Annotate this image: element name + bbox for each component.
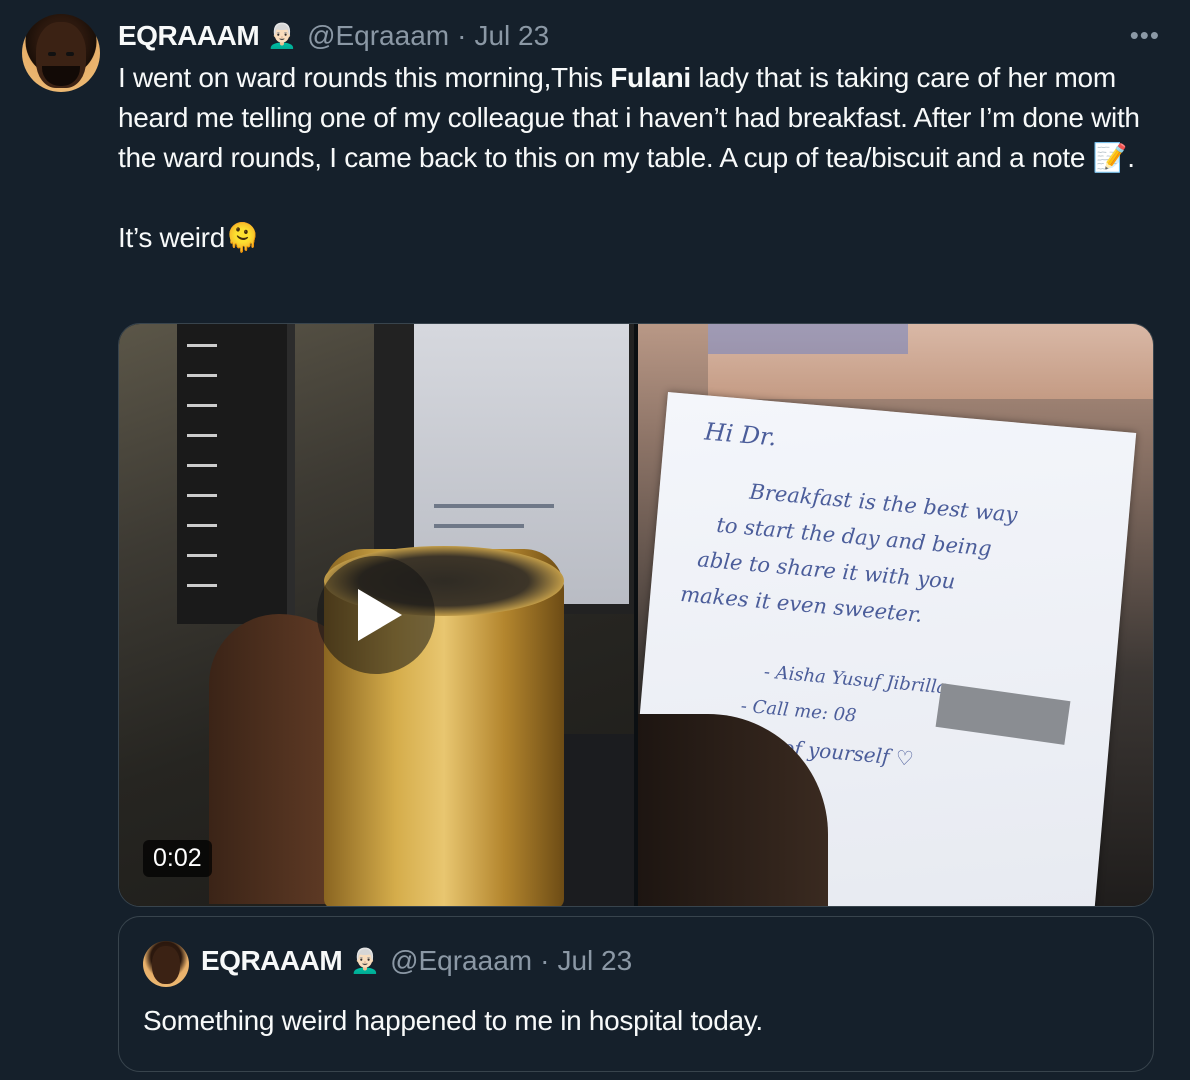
header-separator: · [457, 20, 467, 51]
note-signature: - Aisha Yusuf Jibrilla [763, 661, 949, 699]
author-handle[interactable]: @Eqraaam [307, 20, 449, 52]
note-photo[interactable]: Hi Dr. Breakfast is the best way to star… [638, 324, 1153, 906]
quoted-author-badge-emoji: 👨🏻‍🦳 [350, 947, 381, 975]
quoted-author-name: EQRAAAM [201, 945, 343, 976]
screen-background-image [708, 324, 1153, 399]
video-duration: 0:02 [143, 840, 212, 877]
tweet-second-paragraph: It’s weird [118, 222, 225, 253]
avatar-eye [66, 52, 74, 56]
avatar-face [36, 22, 86, 88]
author-name[interactable]: EQRAAAM [118, 20, 260, 52]
blood-pressure-gauge-image [177, 324, 295, 624]
play-icon [358, 589, 402, 641]
avatar-eye [48, 52, 56, 56]
avatar-beard [42, 66, 80, 86]
note-call: - Call me: 08 [739, 695, 858, 727]
note-greeting: Hi Dr. [703, 417, 778, 452]
melting-face-emoji: 🫠 [224, 221, 260, 254]
media-grid: 0:02 Hi Dr. Breakfast is the best way to… [118, 323, 1154, 907]
quoted-author-avatar [143, 941, 189, 987]
tweet-text-part1: I went on ward rounds this morning,This [118, 62, 611, 93]
tweet-date[interactable]: Jul 23 [474, 20, 549, 52]
tweet-body: I went on ward rounds this morning,This … [118, 58, 1158, 258]
tweet-text-bold: Fulani [610, 62, 691, 93]
author-badge-emoji: 👨🏻‍🦳 [267, 22, 298, 50]
video-thumbnail[interactable]: 0:02 [119, 324, 634, 906]
quoted-author-handle: @Eqraaam [390, 945, 533, 976]
tweet-text-part3: . [1127, 142, 1135, 173]
quoted-tweet[interactable]: EQRAAAM 👨🏻‍🦳 @Eqraaam · Jul 23 Something… [118, 916, 1154, 1072]
tweet-paragraph-2: It’s weird🫠 [118, 218, 1158, 258]
note-line-4: makes it even sweeter. [679, 581, 924, 627]
keyboard-image [559, 734, 634, 906]
tweet-paragraph: I went on ward rounds this morning,This … [118, 58, 1158, 178]
memo-emoji: 📝 [1092, 141, 1128, 174]
quoted-tweet-text: Something weird happened to me in hospit… [143, 1005, 763, 1036]
play-button[interactable] [317, 556, 435, 674]
quoted-header-separator: · [540, 945, 550, 976]
quoted-tweet-header: EQRAAAM 👨🏻‍🦳 @Eqraaam · Jul 23 [201, 945, 632, 977]
tweet-header: EQRAAAM 👨🏻‍🦳 @Eqraaam · Jul 23 [118, 16, 549, 56]
more-options-icon[interactable]: ••• [1130, 20, 1160, 51]
quoted-tweet-date: Jul 23 [557, 945, 633, 976]
author-avatar[interactable] [22, 14, 100, 92]
